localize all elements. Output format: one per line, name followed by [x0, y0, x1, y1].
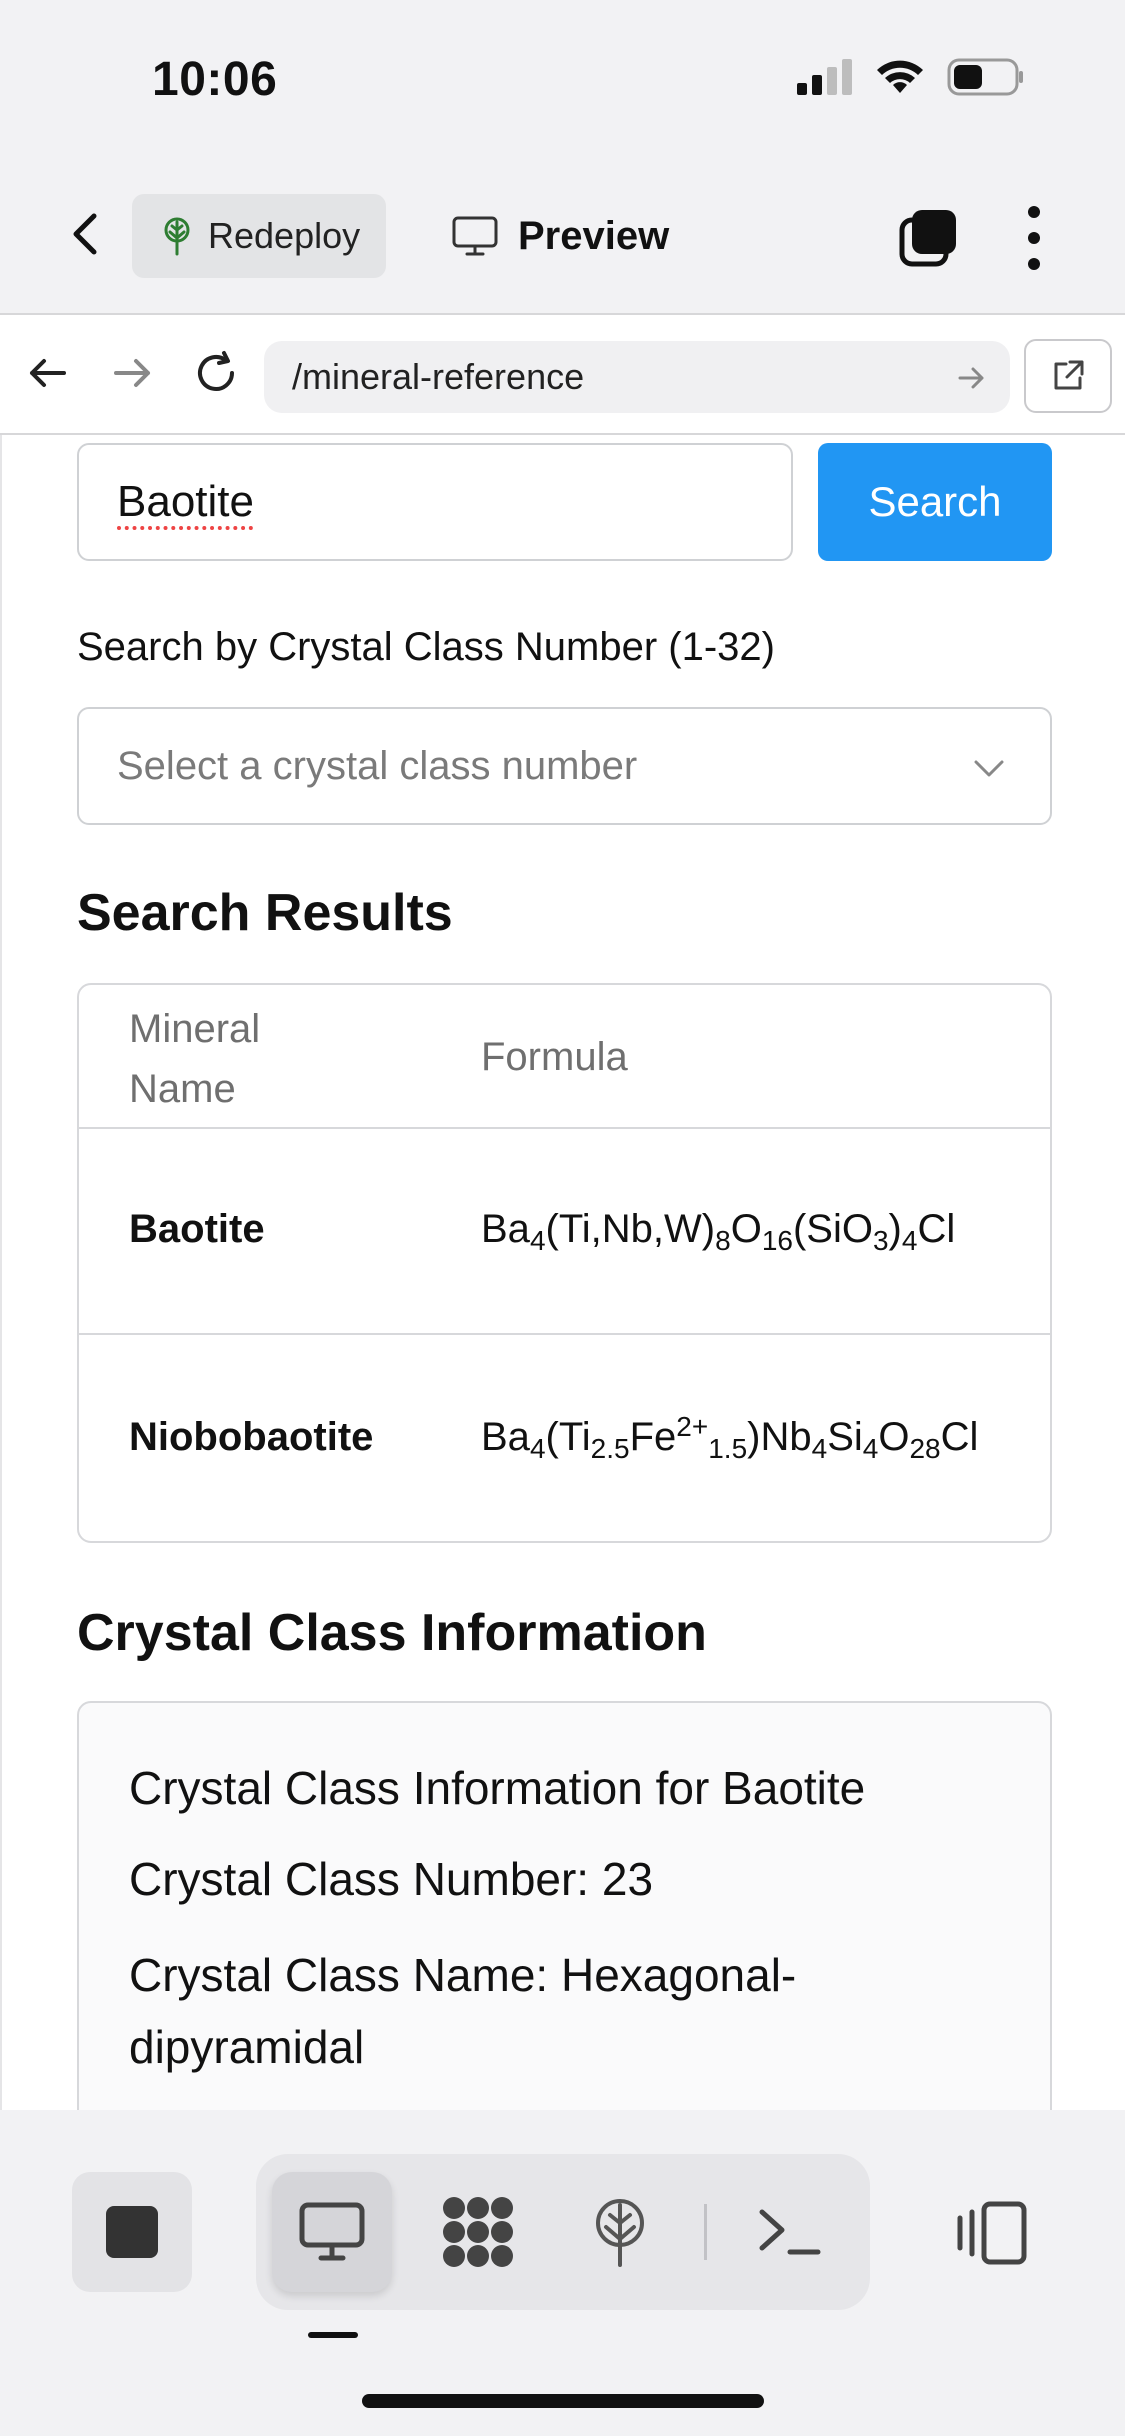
- url-bar[interactable]: /mineral-reference: [264, 341, 1010, 413]
- search-results-title: Search Results: [77, 884, 453, 942]
- results-table: Mineral Name Formula Baotite Ba4(Ti,Nb,W…: [77, 983, 1052, 1543]
- crystal-info-heading: Crystal Class Information for Baotite: [129, 1762, 866, 1814]
- column-header-mineral-name: Mineral Name: [129, 1007, 261, 1111]
- home-indicator: [362, 2394, 764, 2408]
- crystal-class-number-line: Crystal Class Number: 23: [129, 1843, 1009, 1915]
- table-header-row: Mineral Name Formula: [79, 985, 1050, 1129]
- deploy-tree-icon: [164, 217, 190, 256]
- deploy-tree-icon: [596, 2199, 644, 2267]
- formula-cell: Ba4(Ti2.5Fe2+1.5)Nb4Si4O28Cl: [481, 1411, 979, 1464]
- go-arrow-icon[interactable]: [956, 363, 986, 393]
- column-header-formula: Formula: [481, 1035, 628, 1079]
- back-button[interactable]: [62, 210, 110, 258]
- table-row[interactable]: Niobobaotite Ba4(Ti2.5Fe2+1.5)Nb4Si4O28C…: [79, 1337, 1050, 1541]
- stop-square-icon: [106, 2206, 158, 2258]
- browser-reload-button[interactable]: [192, 349, 240, 397]
- reload-icon: [198, 351, 234, 391]
- crystal-class-name-line: Crystal Class Name: Hexagonal-dipyramida…: [129, 1939, 1009, 2083]
- browser-nav-bar: /mineral-reference: [0, 315, 1125, 435]
- formula-cell: Ba4(Ti,Nb,W)8O16(SiO3)4Cl: [481, 1207, 956, 1256]
- terminal-view-button[interactable]: [730, 2172, 850, 2292]
- crystal-class-label: Search by Crystal Class Number (1-32): [77, 625, 775, 669]
- bottom-toolbar: [0, 2110, 1125, 2436]
- more-dot-icon: [1028, 206, 1040, 218]
- crystal-class-info-card: Crystal Class Information for Baotite Cr…: [77, 1701, 1052, 2110]
- more-dot-icon: [1028, 232, 1040, 244]
- crystal-class-info-title: Crystal Class Information: [77, 1604, 707, 1662]
- chevron-down-icon: [974, 760, 1004, 777]
- app-toolbar: Redeploy Preview: [0, 150, 1125, 315]
- browser-back-button[interactable]: [24, 349, 72, 397]
- deploy-view-button[interactable]: [560, 2172, 680, 2292]
- status-time: 10:06: [152, 53, 278, 106]
- open-external-button[interactable]: [1024, 339, 1112, 413]
- redeploy-label: Redeploy: [208, 215, 361, 256]
- tabs-button[interactable]: [898, 206, 960, 268]
- monitor-icon: [299, 2202, 365, 2261]
- arrow-right-icon: [114, 359, 150, 387]
- mineral-search-input[interactable]: Baotite: [77, 443, 793, 561]
- layout-toggle-button[interactable]: [956, 2200, 1028, 2266]
- crystal-class-number-label: Crystal Class Number:: [129, 1853, 590, 1905]
- terminal-prompt-icon: [759, 2209, 821, 2255]
- status-bar: 10:06: [0, 0, 1125, 150]
- active-tab-indicator: [308, 2332, 358, 2338]
- search-input-value: Baotite: [117, 477, 254, 526]
- crystal-class-select-placeholder: Select a crystal class number: [117, 743, 638, 788]
- external-link-icon: [1054, 360, 1084, 390]
- preview-button[interactable]: Preview: [452, 194, 669, 278]
- crystal-class-select[interactable]: Select a crystal class number: [77, 707, 1052, 825]
- chevron-left-icon: [73, 213, 97, 255]
- crystal-class-number-value: 23: [601, 1853, 654, 1905]
- status-icons: [797, 58, 1025, 96]
- view-switcher: [256, 2154, 870, 2310]
- url-text: /mineral-reference: [292, 356, 585, 397]
- wifi-icon: [877, 60, 923, 93]
- segment-divider: [704, 2204, 707, 2260]
- tabs-stack-icon: [899, 210, 956, 267]
- canvas-view-button[interactable]: [418, 2172, 538, 2292]
- browser-forward-button[interactable]: [108, 349, 156, 397]
- mineral-name-cell: Niobobaotite: [129, 1415, 374, 1459]
- stop-button[interactable]: [72, 2172, 192, 2292]
- more-dot-icon: [1028, 258, 1040, 270]
- web-content: Baotite Search Search by Crystal Class N…: [0, 435, 1125, 2110]
- monitor-icon: [452, 216, 498, 256]
- nodes-grid-icon: [443, 2197, 513, 2267]
- preview-view-button[interactable]: [272, 2172, 392, 2292]
- table-row[interactable]: Baotite Ba4(Ti,Nb,W)8O16(SiO3)4Cl: [79, 1129, 1050, 1335]
- cellular-signal-icon: [797, 59, 852, 95]
- search-button[interactable]: Search: [818, 443, 1052, 561]
- crystal-class-name-label: Crystal Class Name:: [129, 1949, 549, 2001]
- redeploy-button[interactable]: Redeploy: [132, 194, 386, 278]
- more-options-button[interactable]: [1016, 206, 1052, 270]
- side-panel-icon: [957, 2201, 1027, 2265]
- arrow-left-icon: [30, 359, 66, 387]
- preview-label: Preview: [518, 213, 670, 258]
- mineral-name-cell: Baotite: [129, 1207, 265, 1251]
- battery-icon: [947, 58, 1023, 96]
